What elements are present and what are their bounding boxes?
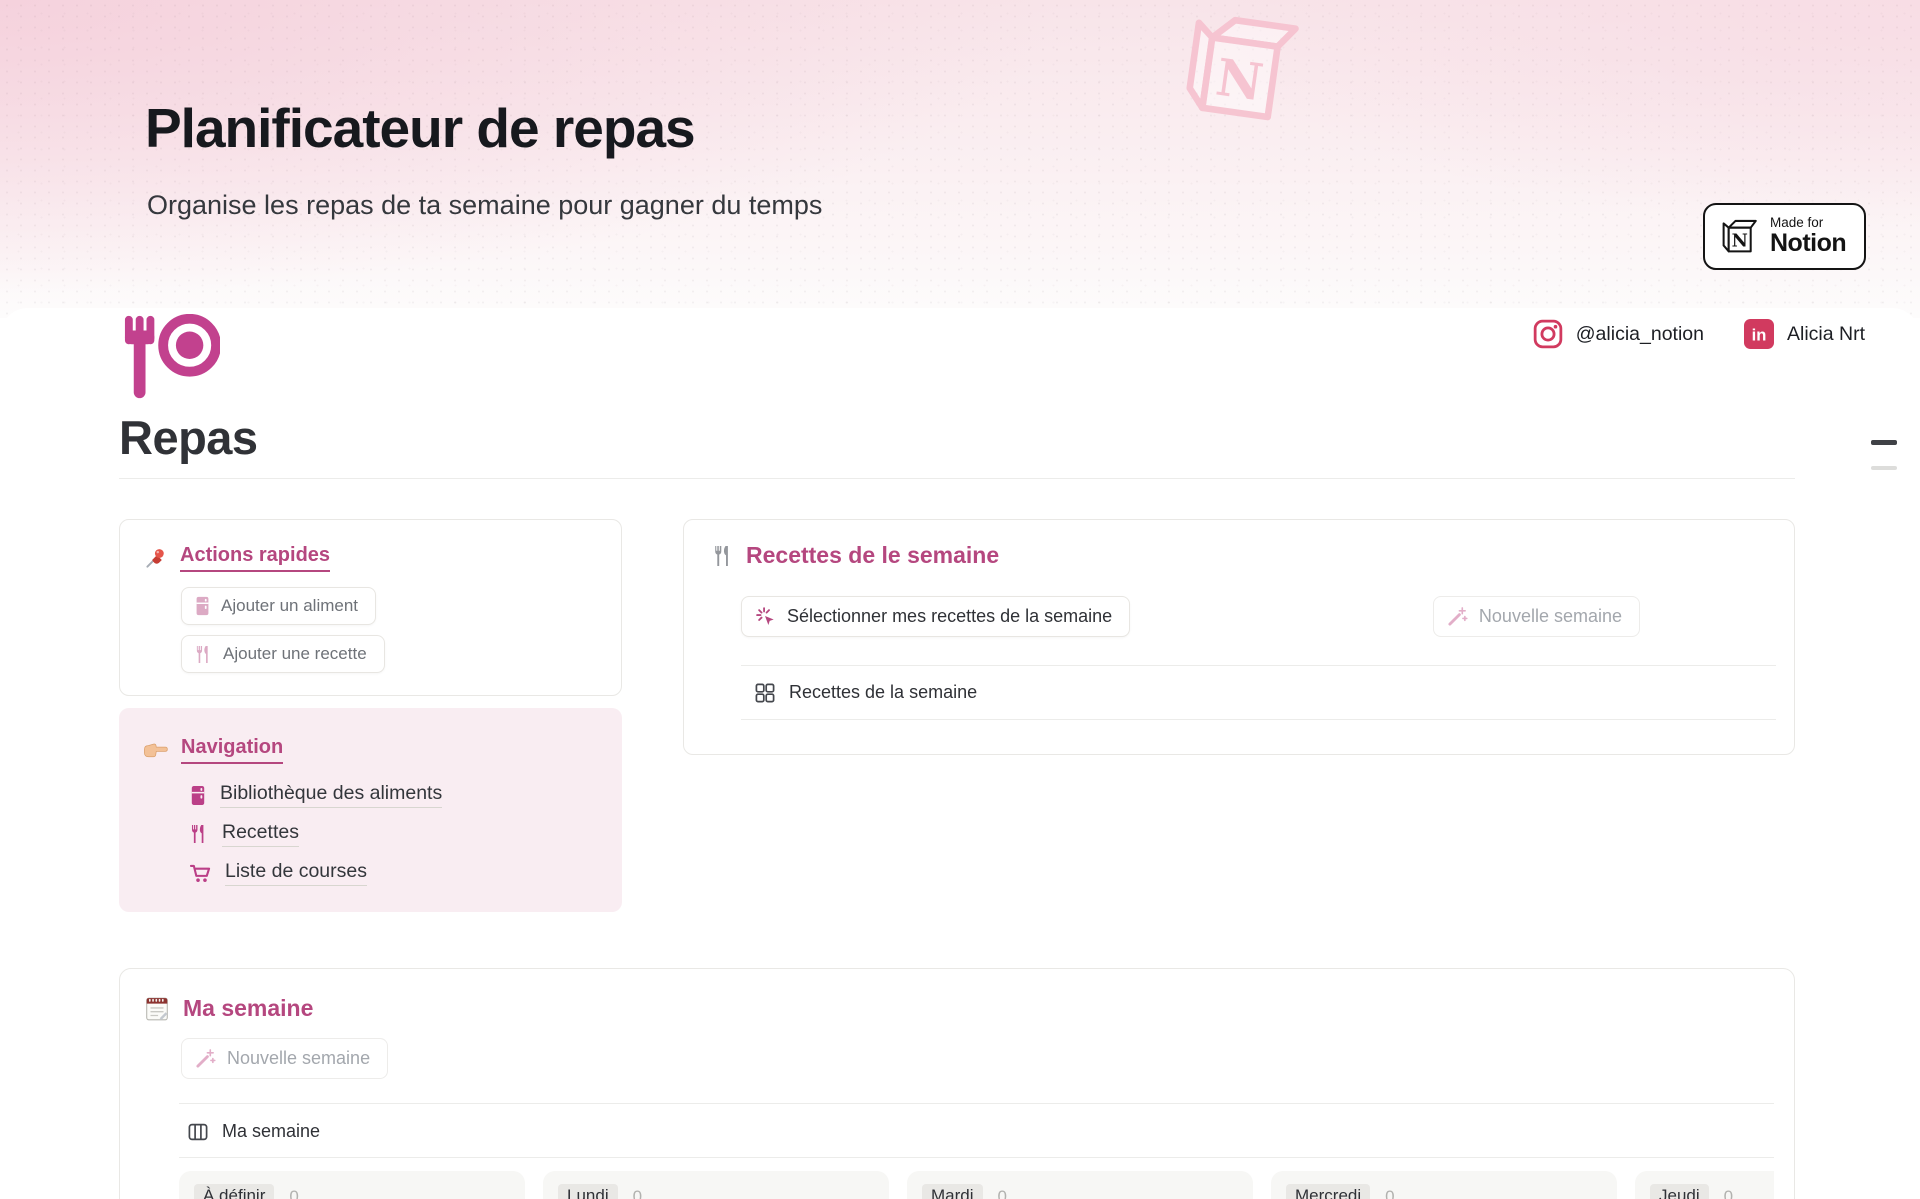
svg-text:in: in xyxy=(1752,325,1767,344)
board-column-jeudi[interactable]: Jeudi 0 xyxy=(1635,1171,1774,1199)
page-subtitle: Organise les repas de ta semaine pour ga… xyxy=(147,190,822,221)
column-count: 0 xyxy=(1385,1187,1394,1199)
column-label: Mercredi xyxy=(1286,1184,1370,1199)
week-recipes-title: Recettes de le semaine xyxy=(746,542,999,569)
column-count: 0 xyxy=(289,1187,298,1199)
notion-cube-watermark-icon: N xyxy=(1162,0,1311,143)
new-week-label: Nouvelle semaine xyxy=(1479,606,1622,627)
nav-item-shopping-list[interactable]: Liste de courses xyxy=(190,860,598,886)
my-week-board: À définir 0 Lundi 0 Mardi 0 Mercredi xyxy=(179,1171,1774,1199)
page-title-row: Repas xyxy=(119,410,1795,479)
cutlery-icon xyxy=(190,824,208,844)
quick-actions-title[interactable]: Actions rapides xyxy=(180,544,330,572)
board-columns-icon xyxy=(188,1122,208,1142)
fridge-icon xyxy=(195,596,210,616)
badge-line1: Made for xyxy=(1770,216,1846,230)
hero-header: N Planificateur de repas Organise les re… xyxy=(0,0,1920,318)
magic-wand-icon xyxy=(1447,606,1468,627)
column-count: 0 xyxy=(633,1187,642,1199)
select-week-recipes-label: Sélectionner mes recettes de la semaine xyxy=(787,606,1112,627)
page-content: Repas Actions rapides xyxy=(0,410,1920,1199)
social-bar: @alicia_notion in Alicia Nrt xyxy=(0,308,1920,360)
navigation-card: Navigation Bibliothèque des aliment xyxy=(119,708,622,912)
nav-item-recipes[interactable]: Recettes xyxy=(190,821,598,847)
gallery-grid-icon xyxy=(755,683,775,703)
select-week-recipes-button[interactable]: Sélectionner mes recettes de la semaine xyxy=(741,596,1130,637)
divider xyxy=(179,1157,1774,1158)
my-week-view-tab[interactable]: Ma semaine xyxy=(120,1104,1794,1157)
cart-icon xyxy=(190,864,211,883)
column-count: 0 xyxy=(1724,1187,1733,1199)
week-recipes-view-label: Recettes de la semaine xyxy=(789,682,977,703)
svg-text:N: N xyxy=(1732,230,1748,251)
new-week-button[interactable]: Nouvelle semaine xyxy=(181,1038,388,1079)
my-week-view-label: Ma semaine xyxy=(222,1121,320,1142)
spiral-notepad-icon xyxy=(144,996,170,1022)
column-label: À définir xyxy=(194,1184,274,1199)
week-recipes-view-row[interactable]: Recettes de la semaine xyxy=(684,666,1794,719)
svg-text:N: N xyxy=(1213,47,1267,113)
made-for-notion-badge[interactable]: N Made for Notion xyxy=(1703,203,1866,270)
add-food-button[interactable]: Ajouter un aliment xyxy=(181,587,376,625)
board-column-a-definir[interactable]: À définir 0 xyxy=(179,1171,525,1199)
board-column-lundi[interactable]: Lundi 0 xyxy=(543,1171,889,1199)
linkedin-name: Alicia Nrt xyxy=(1787,323,1865,346)
my-week-title: Ma semaine xyxy=(183,995,313,1022)
instagram-link[interactable]: @alicia_notion xyxy=(1533,319,1704,349)
nav-item-food-library[interactable]: Bibliothèque des aliments xyxy=(190,782,598,808)
notion-cube-icon: N xyxy=(1716,217,1760,257)
fridge-icon xyxy=(190,785,206,806)
board-column-mardi[interactable]: Mardi 0 xyxy=(907,1171,1253,1199)
new-week-label: Nouvelle semaine xyxy=(227,1048,370,1069)
click-sparkle-icon xyxy=(755,606,776,627)
add-recipe-label: Ajouter une recette xyxy=(223,644,367,664)
column-label: Lundi xyxy=(558,1184,618,1199)
pointing-hand-icon xyxy=(143,740,168,760)
page-main-title: Planificateur de repas xyxy=(145,96,695,160)
add-recipe-button[interactable]: Ajouter une recette xyxy=(181,635,385,673)
badge-line2: Notion xyxy=(1770,230,1846,256)
divider xyxy=(741,719,1776,720)
quick-actions-card: Actions rapides Ajouter un aliment xyxy=(119,519,622,696)
instagram-handle: @alicia_notion xyxy=(1576,323,1704,346)
board-column-mercredi[interactable]: Mercredi 0 xyxy=(1271,1171,1617,1199)
add-food-label: Ajouter un aliment xyxy=(221,596,358,616)
column-count: 0 xyxy=(998,1187,1007,1199)
instagram-icon xyxy=(1533,319,1563,349)
nav-item-label: Recettes xyxy=(222,821,299,847)
linkedin-icon: in xyxy=(1744,319,1774,349)
week-recipes-card: Recettes de le semaine xyxy=(683,519,1795,755)
pushpin-icon xyxy=(144,547,167,570)
new-week-button[interactable]: Nouvelle semaine xyxy=(1433,596,1640,637)
nav-item-label: Liste de courses xyxy=(225,860,367,886)
fork-and-plate-icon xyxy=(122,314,220,400)
page-title: Repas xyxy=(119,410,1795,465)
column-label: Mardi xyxy=(922,1184,983,1199)
my-week-card: Ma semaine Nouvelle semaine xyxy=(119,968,1795,1199)
navigation-title[interactable]: Navigation xyxy=(181,736,283,764)
linkedin-link[interactable]: in Alicia Nrt xyxy=(1744,319,1865,349)
cutlery-icon xyxy=(195,645,212,664)
nav-item-label: Bibliothèque des aliments xyxy=(220,782,442,808)
magic-wand-icon xyxy=(195,1048,216,1069)
column-label: Jeudi xyxy=(1650,1184,1709,1199)
cutlery-gray-icon xyxy=(713,544,733,568)
